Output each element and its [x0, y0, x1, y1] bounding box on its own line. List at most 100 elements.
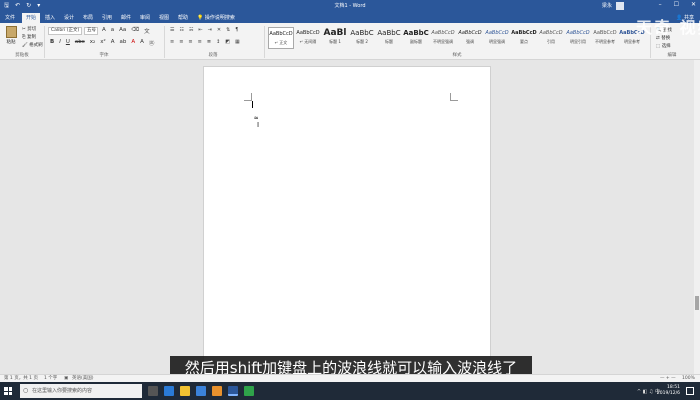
taskbar-clock[interactable]: 18:51 2019/12/6 — [657, 385, 680, 397]
copy-button[interactable]: ⎘ 复制 — [22, 34, 36, 40]
clear-format-icon[interactable]: ⌫ — [131, 27, 139, 35]
phonetic-icon[interactable]: 文 — [144, 27, 150, 35]
tell-me-search[interactable]: 💡 操作说明搜索 — [196, 13, 236, 23]
multilevel-list-icon[interactable]: ☵ — [189, 27, 193, 33]
tab-mailings[interactable]: 邮件 — [118, 13, 134, 23]
increase-indent-icon[interactable]: ⇥ — [208, 27, 212, 33]
font-size-select[interactable]: 五号 — [84, 27, 98, 35]
style-name: 明显引用 — [570, 39, 586, 44]
style-sample: AaBbC — [350, 29, 374, 37]
style-sample: AaBbC — [377, 29, 401, 37]
user-account[interactable]: 梁永 — [602, 2, 624, 10]
app-icon[interactable] — [244, 386, 254, 396]
file-explorer-icon[interactable] — [180, 386, 190, 396]
bullets-icon[interactable]: ☰ — [170, 27, 174, 33]
styles-group-label: 样式 — [452, 53, 462, 58]
ribbon-tabs: 文件 开始 插入 设计 布局 引用 邮件 审阅 视图 帮助 💡 操作说明搜索 👤… — [0, 12, 700, 23]
bold-icon[interactable]: B — [50, 39, 54, 47]
line-spacing-icon[interactable]: ↕ — [216, 39, 220, 45]
sort-icon[interactable]: ⇅ — [226, 27, 230, 33]
margin-mark — [450, 93, 458, 101]
style-name: 标题 2 — [356, 39, 368, 44]
highlight-icon[interactable]: ab — [119, 39, 126, 47]
tab-design[interactable]: 设计 — [61, 13, 77, 23]
style-sample: AaBbCcD — [566, 30, 590, 36]
edge-icon[interactable] — [164, 386, 174, 396]
align-right-icon[interactable]: ≡ — [188, 39, 192, 45]
vertical-scrollbar[interactable] — [694, 60, 700, 374]
zoom-level[interactable]: 100% — [682, 375, 695, 382]
shading-icon[interactable]: ◩ — [225, 39, 230, 45]
app-icon[interactable] — [212, 386, 222, 396]
enclose-char-icon[interactable]: ㊂ — [149, 39, 155, 47]
style-quote[interactable]: AaBbCcD 引用 — [538, 27, 564, 49]
decrease-indent-icon[interactable]: ⇤ — [198, 27, 202, 33]
font-color-icon[interactable]: A — [131, 39, 135, 47]
select-button[interactable]: ⬚ 选择 — [656, 43, 671, 49]
style-heading-1[interactable]: AaBl 标题 1 — [322, 27, 348, 49]
paragraph-group-label: 段落 — [208, 53, 218, 58]
style-no-spacing[interactable]: AaBbCcD ↵ 无间隔 — [295, 27, 321, 49]
style-subtle-reference[interactable]: AaBbCcD 不明显参考 — [592, 27, 618, 49]
proofing-icon[interactable]: ▣ — [64, 375, 68, 382]
cut-button[interactable]: ✂ 剪切 — [22, 26, 36, 32]
language-status[interactable]: 英语(美国) — [72, 375, 94, 382]
store-icon[interactable] — [196, 386, 206, 396]
page-count[interactable]: 第 1 页，共 1 页 — [4, 375, 38, 382]
clipboard-group-label: 剪贴板 — [15, 53, 29, 58]
style-subtitle[interactable]: AaBbC 副标题 — [403, 27, 429, 49]
distributed-icon[interactable]: ≣ — [207, 39, 211, 45]
tab-help[interactable]: 帮助 — [175, 13, 191, 23]
tab-file[interactable]: 文件 — [2, 13, 18, 23]
word-count[interactable]: 1 个字 — [44, 375, 57, 382]
font-size-tools: A a Aa ⌫ 文 — [102, 27, 150, 35]
style-name: 引用 — [547, 39, 555, 44]
tab-home[interactable]: 开始 — [22, 13, 40, 23]
format-painter-button[interactable]: 🖌 格式刷 — [22, 42, 43, 48]
taskbar-search[interactable]: ○ 在这里输入你要搜索的内容 — [20, 384, 142, 398]
shrink-font-icon[interactable]: a — [111, 27, 114, 35]
tab-view[interactable]: 视图 — [156, 13, 172, 23]
font-family-select[interactable]: Calibri (正文) — [48, 27, 82, 35]
task-view-icon[interactable] — [148, 386, 158, 396]
show-marks-icon[interactable]: ¶ — [235, 27, 238, 33]
subscript-icon[interactable]: x₂ — [90, 39, 95, 47]
document-area[interactable]: ≈ I — [0, 60, 700, 378]
word-taskbar-icon[interactable] — [228, 386, 238, 396]
minimize-button[interactable]: – — [659, 1, 662, 8]
notification-icon[interactable] — [686, 387, 694, 395]
align-left-icon[interactable]: ≡ — [170, 39, 174, 45]
style-heading-2[interactable]: AaBbC 标题 2 — [349, 27, 375, 49]
numbering-icon[interactable]: ☷ — [179, 27, 183, 33]
change-case-icon[interactable]: Aa — [119, 27, 126, 35]
style-emphasis[interactable]: AaBbCcD 强调 — [457, 27, 483, 49]
style-subtle-emphasis[interactable]: AaBbCcD 不明显强调 — [430, 27, 456, 49]
chinese-layout-icon[interactable]: ✕ — [217, 27, 221, 33]
paste-button[interactable]: 粘贴 — [4, 26, 18, 46]
close-button[interactable]: ✕ — [691, 1, 696, 8]
tab-review[interactable]: 审阅 — [137, 13, 153, 23]
style-intense-emphasis[interactable]: AaBbCcD 明显强调 — [484, 27, 510, 49]
grow-font-icon[interactable]: A — [102, 27, 106, 35]
style-normal[interactable]: AaBbCcD ↵ 正文 — [268, 27, 294, 49]
borders-icon[interactable]: ▦ — [235, 39, 240, 45]
style-strong[interactable]: AaBbCcD 要点 — [511, 27, 537, 49]
scrollbar-thumb[interactable] — [695, 296, 699, 310]
underline-icon[interactable]: U — [66, 39, 70, 47]
char-shading-icon[interactable]: A — [140, 39, 144, 47]
align-center-icon[interactable]: ≡ — [179, 39, 183, 45]
superscript-icon[interactable]: x² — [100, 39, 105, 47]
tab-insert[interactable]: 插入 — [42, 13, 58, 23]
tab-references[interactable]: 引用 — [99, 13, 115, 23]
style-title[interactable]: AaBbC 标题 — [376, 27, 402, 49]
zoom-slider[interactable]: — + — — [660, 375, 676, 382]
style-intense-quote[interactable]: AaBbCcD 明显引用 — [565, 27, 591, 49]
start-windows-icon[interactable] — [4, 387, 12, 395]
text-effects-icon[interactable]: A — [111, 39, 115, 47]
maximize-button[interactable]: ☐ — [674, 1, 679, 8]
document-page[interactable]: ≈ I — [203, 66, 491, 378]
strikethrough-icon[interactable]: abc — [75, 39, 85, 47]
tab-layout[interactable]: 布局 — [80, 13, 96, 23]
justify-icon[interactable]: ≡ — [198, 39, 202, 45]
italic-icon[interactable]: I — [59, 39, 61, 47]
